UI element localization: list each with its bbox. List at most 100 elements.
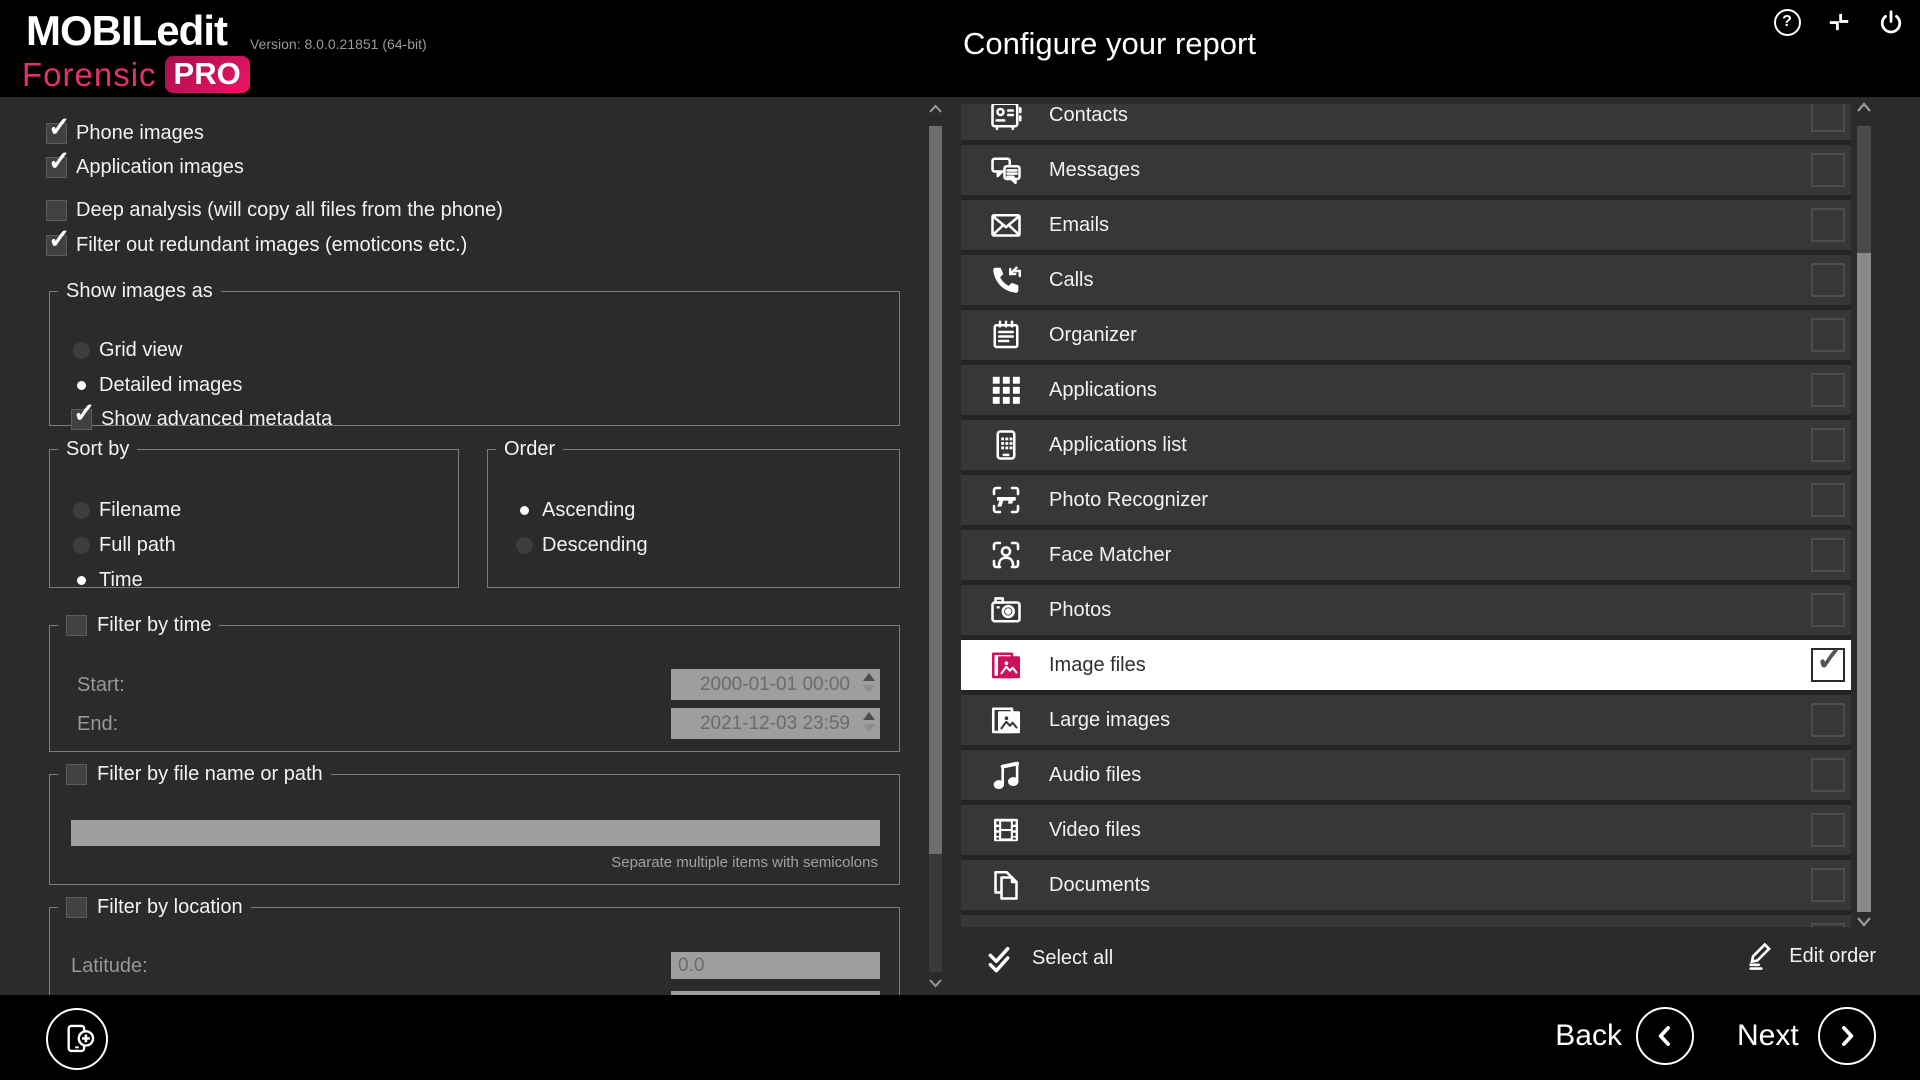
list-item-applications[interactable]: Applications✓ (961, 365, 1851, 415)
next-button[interactable] (1818, 1007, 1876, 1065)
start-time-input[interactable]: 2000-01-01 00:00 (671, 669, 880, 700)
list-item-checkbox[interactable]: ✓ (1811, 868, 1845, 902)
checkbox-label: Application images (76, 156, 244, 179)
double-check-icon (985, 940, 1017, 976)
audio-files-icon (988, 757, 1024, 793)
radio-full-path[interactable]: Full path (73, 531, 176, 559)
logo-forensic: Forensic (22, 58, 157, 91)
list-item-checkbox[interactable]: ✓ (1811, 104, 1845, 132)
list-item-photos[interactable]: Photos ✓ (961, 585, 1851, 635)
list-item-label: Organizer (1049, 324, 1137, 347)
list-item-audio-files[interactable]: Audio files✓ (961, 750, 1851, 800)
list-item-documents[interactable]: Documents✓ (961, 860, 1851, 910)
scroll-up-icon[interactable] (1856, 102, 1872, 113)
list-item-photo-recognizer[interactable]: Photo Recognizer✓ (961, 475, 1851, 525)
scroll-up-icon[interactable] (928, 104, 943, 114)
power-icon[interactable] (1876, 7, 1906, 37)
report-list-scrollbar[interactable] (1856, 100, 1872, 934)
radio-circle (73, 502, 90, 519)
filter-by-location-legend[interactable]: ✓ Filter by location (58, 896, 251, 919)
list-item-contacts[interactable]: Contacts ✓ (961, 104, 1851, 140)
checkbox-advanced-metadata[interactable]: ✓ Show advanced metadata (71, 405, 332, 433)
list-item-checkbox[interactable]: ✓ (1811, 813, 1845, 847)
list-item-large-images[interactable]: Large images ✓ (961, 695, 1851, 745)
back-button[interactable] (1636, 1007, 1694, 1065)
sort-by-group: Sort by Filename Full path Time (49, 438, 459, 588)
scrollbar-track[interactable] (1857, 126, 1871, 912)
checkbox-deep-analysis[interactable]: ✓ Deep analysis (will copy all files fro… (46, 196, 503, 224)
checkbox-label: Filter out redundant images (emoticons e… (76, 234, 467, 257)
list-item-checkbox[interactable]: ✓ (1811, 428, 1845, 462)
list-item-messages[interactable]: Messages✓ (961, 145, 1851, 195)
filter-by-time-legend[interactable]: ✓ Filter by time (58, 614, 219, 637)
list-item-checkbox[interactable]: ✓ (1811, 318, 1845, 352)
list-item-checkbox[interactable]: ✓ (1811, 483, 1845, 517)
radio-ascending[interactable]: Ascending (516, 496, 635, 524)
list-item-label: Photos (1049, 599, 1111, 622)
list-item-checkbox[interactable]: ✓ (1811, 263, 1845, 297)
filter-by-location-group: ✓ Filter by location Latitude: 0.0 Longi… (49, 896, 900, 995)
group-legend: Show images as (58, 280, 221, 303)
radio-descending[interactable]: Descending (516, 531, 648, 559)
checkbox-box: ✓ (46, 157, 67, 178)
scroll-down-icon[interactable] (928, 978, 943, 988)
list-item-emails[interactable]: Emails✓ (961, 200, 1851, 250)
end-time-row: End: (77, 710, 118, 738)
edit-order-icon (1744, 940, 1776, 972)
latitude-row: Latitude: (71, 952, 148, 980)
list-item-calls[interactable]: Calls✓ (961, 255, 1851, 305)
radio-circle (73, 537, 90, 554)
radio-detailed-images[interactable]: Detailed images (73, 371, 242, 399)
list-item-checkbox[interactable]: ✓ (1811, 538, 1845, 572)
spinner-arrows[interactable] (863, 712, 875, 732)
checkbox-application-images[interactable]: ✓ Application images (46, 153, 244, 181)
spinner-arrows[interactable] (863, 673, 875, 693)
restore-window-icon[interactable] (1824, 7, 1854, 37)
list-item-label: Large images (1049, 709, 1170, 732)
radio-circle (73, 377, 90, 394)
list-item-checkbox[interactable]: ✓ (1811, 373, 1845, 407)
list-item-partial[interactable]: ✓ (961, 915, 1851, 927)
documents-icon (988, 867, 1024, 903)
filter-by-name-legend[interactable]: ✓ Filter by file name or path (58, 763, 331, 786)
radio-filename[interactable]: Filename (73, 496, 181, 524)
scrollbar-thumb[interactable] (1857, 253, 1871, 912)
back-button-label[interactable]: Back (1540, 1019, 1622, 1053)
list-item-video-files[interactable]: Video files✓ (961, 805, 1851, 855)
latitude-input[interactable]: 0.0 (671, 952, 880, 979)
list-item-checkbox[interactable]: ✓ (1811, 648, 1845, 682)
help-icon[interactable]: ? (1772, 7, 1802, 37)
list-item-checkbox[interactable]: ✓ (1811, 593, 1845, 627)
list-item-organizer[interactable]: Organizer ✓ (961, 310, 1851, 360)
video-files-icon (988, 812, 1024, 848)
filename-filter-input[interactable] (71, 820, 880, 846)
radio-time[interactable]: Time (73, 566, 143, 594)
edit-order-button[interactable]: Edit order (1744, 940, 1876, 972)
checkbox-box: ✓ (66, 897, 87, 918)
list-item-checkbox[interactable]: ✓ (1811, 758, 1845, 792)
list-item-checkbox[interactable]: ✓ (1811, 153, 1845, 187)
radio-grid-view[interactable]: Grid view (73, 336, 182, 364)
scroll-down-icon[interactable] (1856, 916, 1872, 927)
image-files-icon (988, 647, 1024, 683)
list-item-checkbox[interactable]: ✓ (1811, 208, 1845, 242)
scrollbar-track[interactable] (929, 126, 942, 972)
checkbox-filter-redundant[interactable]: ✓ Filter out redundant images (emoticons… (46, 231, 467, 259)
list-item-face-matcher[interactable]: Face Matcher✓ (961, 530, 1851, 580)
list-item-image-files[interactable]: Image files✓ (961, 640, 1851, 690)
radio-circle (516, 537, 533, 554)
end-time-input[interactable]: 2021-12-03 23:59 (671, 708, 880, 739)
list-item-label: Applications list (1049, 434, 1187, 457)
left-panel-scrollbar[interactable] (928, 102, 943, 992)
checkbox-phone-images[interactable]: ✓ Phone images (46, 119, 204, 147)
footer-bar: Back Next (0, 995, 1920, 1080)
list-item-checkbox[interactable]: ✓ (1811, 923, 1845, 927)
app-logo: MOBILedit Forensic PRO (26, 10, 250, 93)
next-button-label[interactable]: Next (1737, 1019, 1799, 1053)
add-phone-button[interactable] (46, 1008, 108, 1070)
list-item-applications-list[interactable]: Applications list ✓ (961, 420, 1851, 470)
scrollbar-thumb[interactable] (929, 126, 942, 854)
list-item-label: Contacts (1049, 104, 1128, 127)
select-all-button[interactable]: Select all (985, 940, 1113, 976)
list-item-checkbox[interactable]: ✓ (1811, 703, 1845, 737)
